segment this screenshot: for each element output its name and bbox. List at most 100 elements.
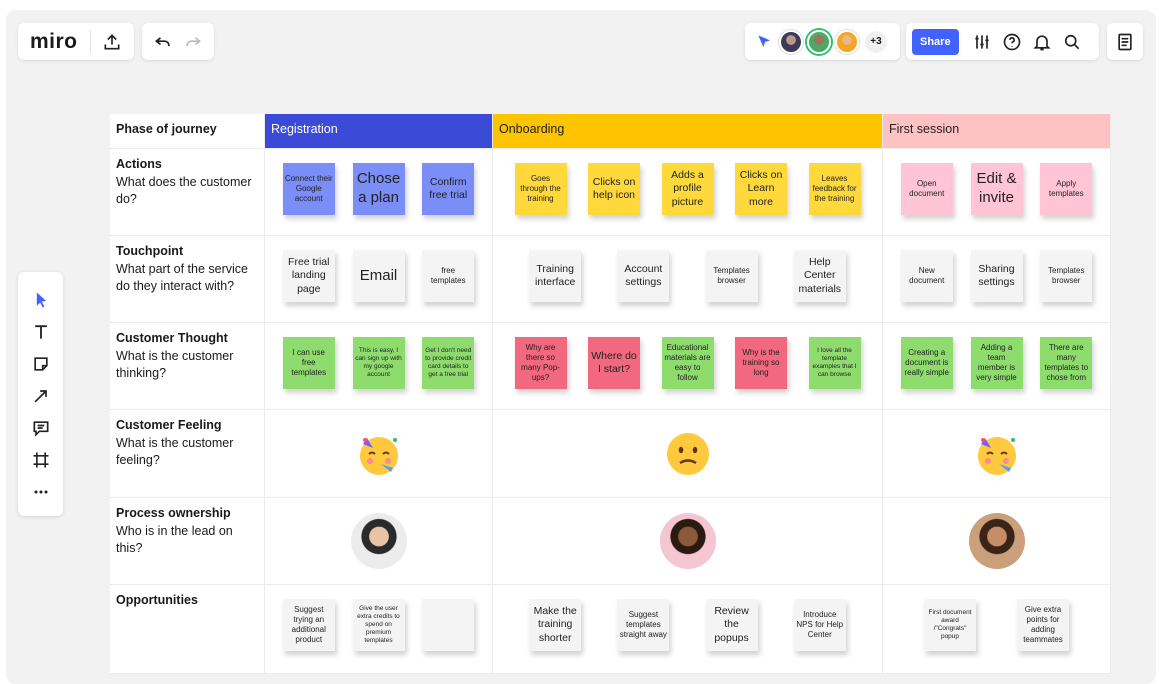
share-button[interactable]: Share	[912, 28, 959, 55]
row-header-actions: Actions What does the customer do?	[110, 149, 265, 236]
collaborator-avatar[interactable]	[779, 29, 803, 54]
extra-collaborators-count[interactable]: +3	[865, 30, 887, 53]
sticky-note[interactable]: I can use free templates	[282, 337, 335, 389]
search-button[interactable]	[1057, 27, 1087, 57]
sticky-note[interactable]: Adds a profile picture	[661, 163, 714, 215]
pointer-arrow-icon	[758, 34, 770, 47]
thought-onboarding: Why are there so many Pop-ups? Where do …	[493, 323, 883, 410]
upload-icon	[104, 33, 120, 49]
miro-logo[interactable]: miro	[18, 30, 90, 54]
feeling-first-session	[883, 410, 1111, 498]
sliders-icon	[974, 34, 989, 49]
sticky-note[interactable]: Apply templates	[1040, 163, 1093, 215]
sticky-note[interactable]: There are many templates to chose from	[1040, 337, 1093, 389]
sticky-note[interactable]: Templates browser	[705, 250, 758, 302]
notifications-button[interactable]	[1027, 27, 1057, 57]
row-header-ownership: Process ownership Who is in the lead on t…	[110, 498, 265, 585]
phase-onboarding[interactable]: Onboarding	[493, 114, 883, 149]
owner-avatar[interactable]	[659, 513, 716, 569]
sticky-note[interactable]: Sharing settings	[970, 250, 1023, 302]
sticky-note[interactable]: Edit & invite	[970, 163, 1023, 215]
search-icon	[1064, 34, 1079, 49]
more-icon	[34, 490, 47, 494]
sticky-note[interactable]: Adding a team member is very simple	[970, 337, 1023, 389]
cursor-follow-button[interactable]	[753, 27, 777, 57]
help-button[interactable]	[997, 27, 1027, 57]
sticky-note[interactable]: Account settings	[617, 250, 670, 302]
redo-icon	[186, 36, 202, 46]
frame-tool[interactable]	[26, 444, 56, 476]
text-tool[interactable]	[26, 316, 56, 348]
sticky-note[interactable]: Connect their Google account	[282, 163, 335, 215]
sticky-note[interactable]	[422, 599, 475, 651]
settings-button[interactable]	[967, 27, 997, 57]
sticky-note[interactable]: Open document	[900, 163, 953, 215]
export-button[interactable]	[97, 27, 127, 57]
sticky-note[interactable]: Where do I start?	[588, 337, 640, 389]
text-icon	[34, 325, 47, 339]
sticky-note[interactable]: Introduce NPS for Help Center	[793, 599, 846, 651]
sticky-note[interactable]: Help Center materials	[793, 250, 846, 302]
sticky-note[interactable]: Clicks on Learn more	[735, 163, 787, 215]
actions-panel: Share	[906, 23, 1099, 60]
sticky-note[interactable]: I love all the template examples that I …	[808, 337, 861, 389]
sticky-note[interactable]: Why are there so many Pop-ups?	[514, 337, 567, 389]
sticky-note[interactable]: Give the user extra credits to spend on …	[352, 599, 405, 651]
party-face-icon[interactable]	[973, 430, 1021, 478]
sticky-note[interactable]: Suggest templates straight away	[617, 599, 670, 651]
sticky-note[interactable]: This is easy, I can sign up with my goog…	[352, 337, 405, 389]
phase-header: Phase of journey	[110, 114, 265, 149]
comment-tool[interactable]	[26, 412, 56, 444]
sticky-note[interactable]: Clicks on help icon	[588, 163, 640, 215]
sticky-note[interactable]: Suggest trying an additional product	[282, 599, 335, 651]
owner-avatar[interactable]	[968, 513, 1025, 569]
sticky-note[interactable]: Goes through the training	[514, 163, 567, 215]
touchpoint-first-session: New document Sharing settings Templates …	[883, 236, 1111, 323]
divider	[89, 29, 91, 54]
row-header-touchpoint: Touchpoint What part of the service do th…	[110, 236, 265, 323]
sticky-note[interactable]: First document award /"Congrats" popup	[924, 599, 976, 651]
sticky-note[interactable]: Free trial landing page	[282, 250, 335, 302]
sticky-note[interactable]: Give extra points for adding teammates	[1017, 599, 1069, 651]
select-tool[interactable]	[26, 284, 56, 316]
touchpoint-onboarding: Training interface Account settings Temp…	[493, 236, 883, 323]
party-face-icon[interactable]	[355, 430, 403, 478]
ownership-first-session	[883, 498, 1111, 585]
phase-first-session[interactable]: First session	[883, 114, 1111, 149]
collaborator-avatar[interactable]	[835, 29, 859, 54]
creation-toolbar	[18, 272, 63, 516]
owner-avatar[interactable]	[350, 513, 407, 569]
sticky-note[interactable]: Why is the training so long	[735, 337, 787, 389]
board-list-button[interactable]	[1110, 27, 1140, 57]
confused-face-icon[interactable]	[665, 431, 711, 477]
sticky-note[interactable]: Creating a document is really simple	[900, 337, 953, 389]
more-tools-button[interactable]	[26, 476, 56, 508]
sticky-note[interactable]: Make the training shorter	[529, 599, 582, 651]
sticky-note-tool[interactable]	[26, 348, 56, 380]
collaborator-avatar[interactable]	[807, 29, 831, 54]
sticky-note[interactable]: Leaves feedback for the training	[808, 163, 861, 215]
sticky-note[interactable]: Get I don't need to provide credit card …	[422, 337, 475, 389]
sticky-note[interactable]: New document	[900, 250, 953, 302]
opportunities-first-session: First document award /"Congrats" popup G…	[883, 585, 1111, 674]
ownership-registration	[265, 498, 493, 585]
redo-button[interactable]	[178, 27, 208, 57]
collaborators-panel: +3	[745, 23, 900, 60]
sticky-note[interactable]: Review the popups	[705, 599, 758, 651]
opportunities-onboarding: Make the training shorter Suggest templa…	[493, 585, 883, 674]
sticky-note[interactable]: Email	[352, 250, 405, 302]
brand-panel: miro	[18, 23, 134, 60]
sticky-note[interactable]: Templates browser	[1040, 250, 1093, 302]
sticky-note[interactable]: Confirm free trial	[422, 163, 475, 215]
sticky-note[interactable]: Training interface	[529, 250, 582, 302]
sticky-note[interactable]: free templates	[422, 250, 475, 302]
thought-registration: I can use free templates This is easy, I…	[265, 323, 493, 410]
comment-icon	[33, 421, 48, 437]
journey-map-board[interactable]: Phase of journey Registration Onboarding…	[110, 114, 1111, 674]
phase-registration[interactable]: Registration	[265, 114, 493, 149]
sticky-note[interactable]: Educational materials are easy to follow	[661, 337, 714, 389]
sticky-note[interactable]: Chose a plan	[352, 163, 405, 215]
undo-button[interactable]	[148, 27, 178, 57]
connection-line-tool[interactable]	[26, 380, 56, 412]
row-header-thought: Customer Thought What is the customer thi…	[110, 323, 265, 410]
